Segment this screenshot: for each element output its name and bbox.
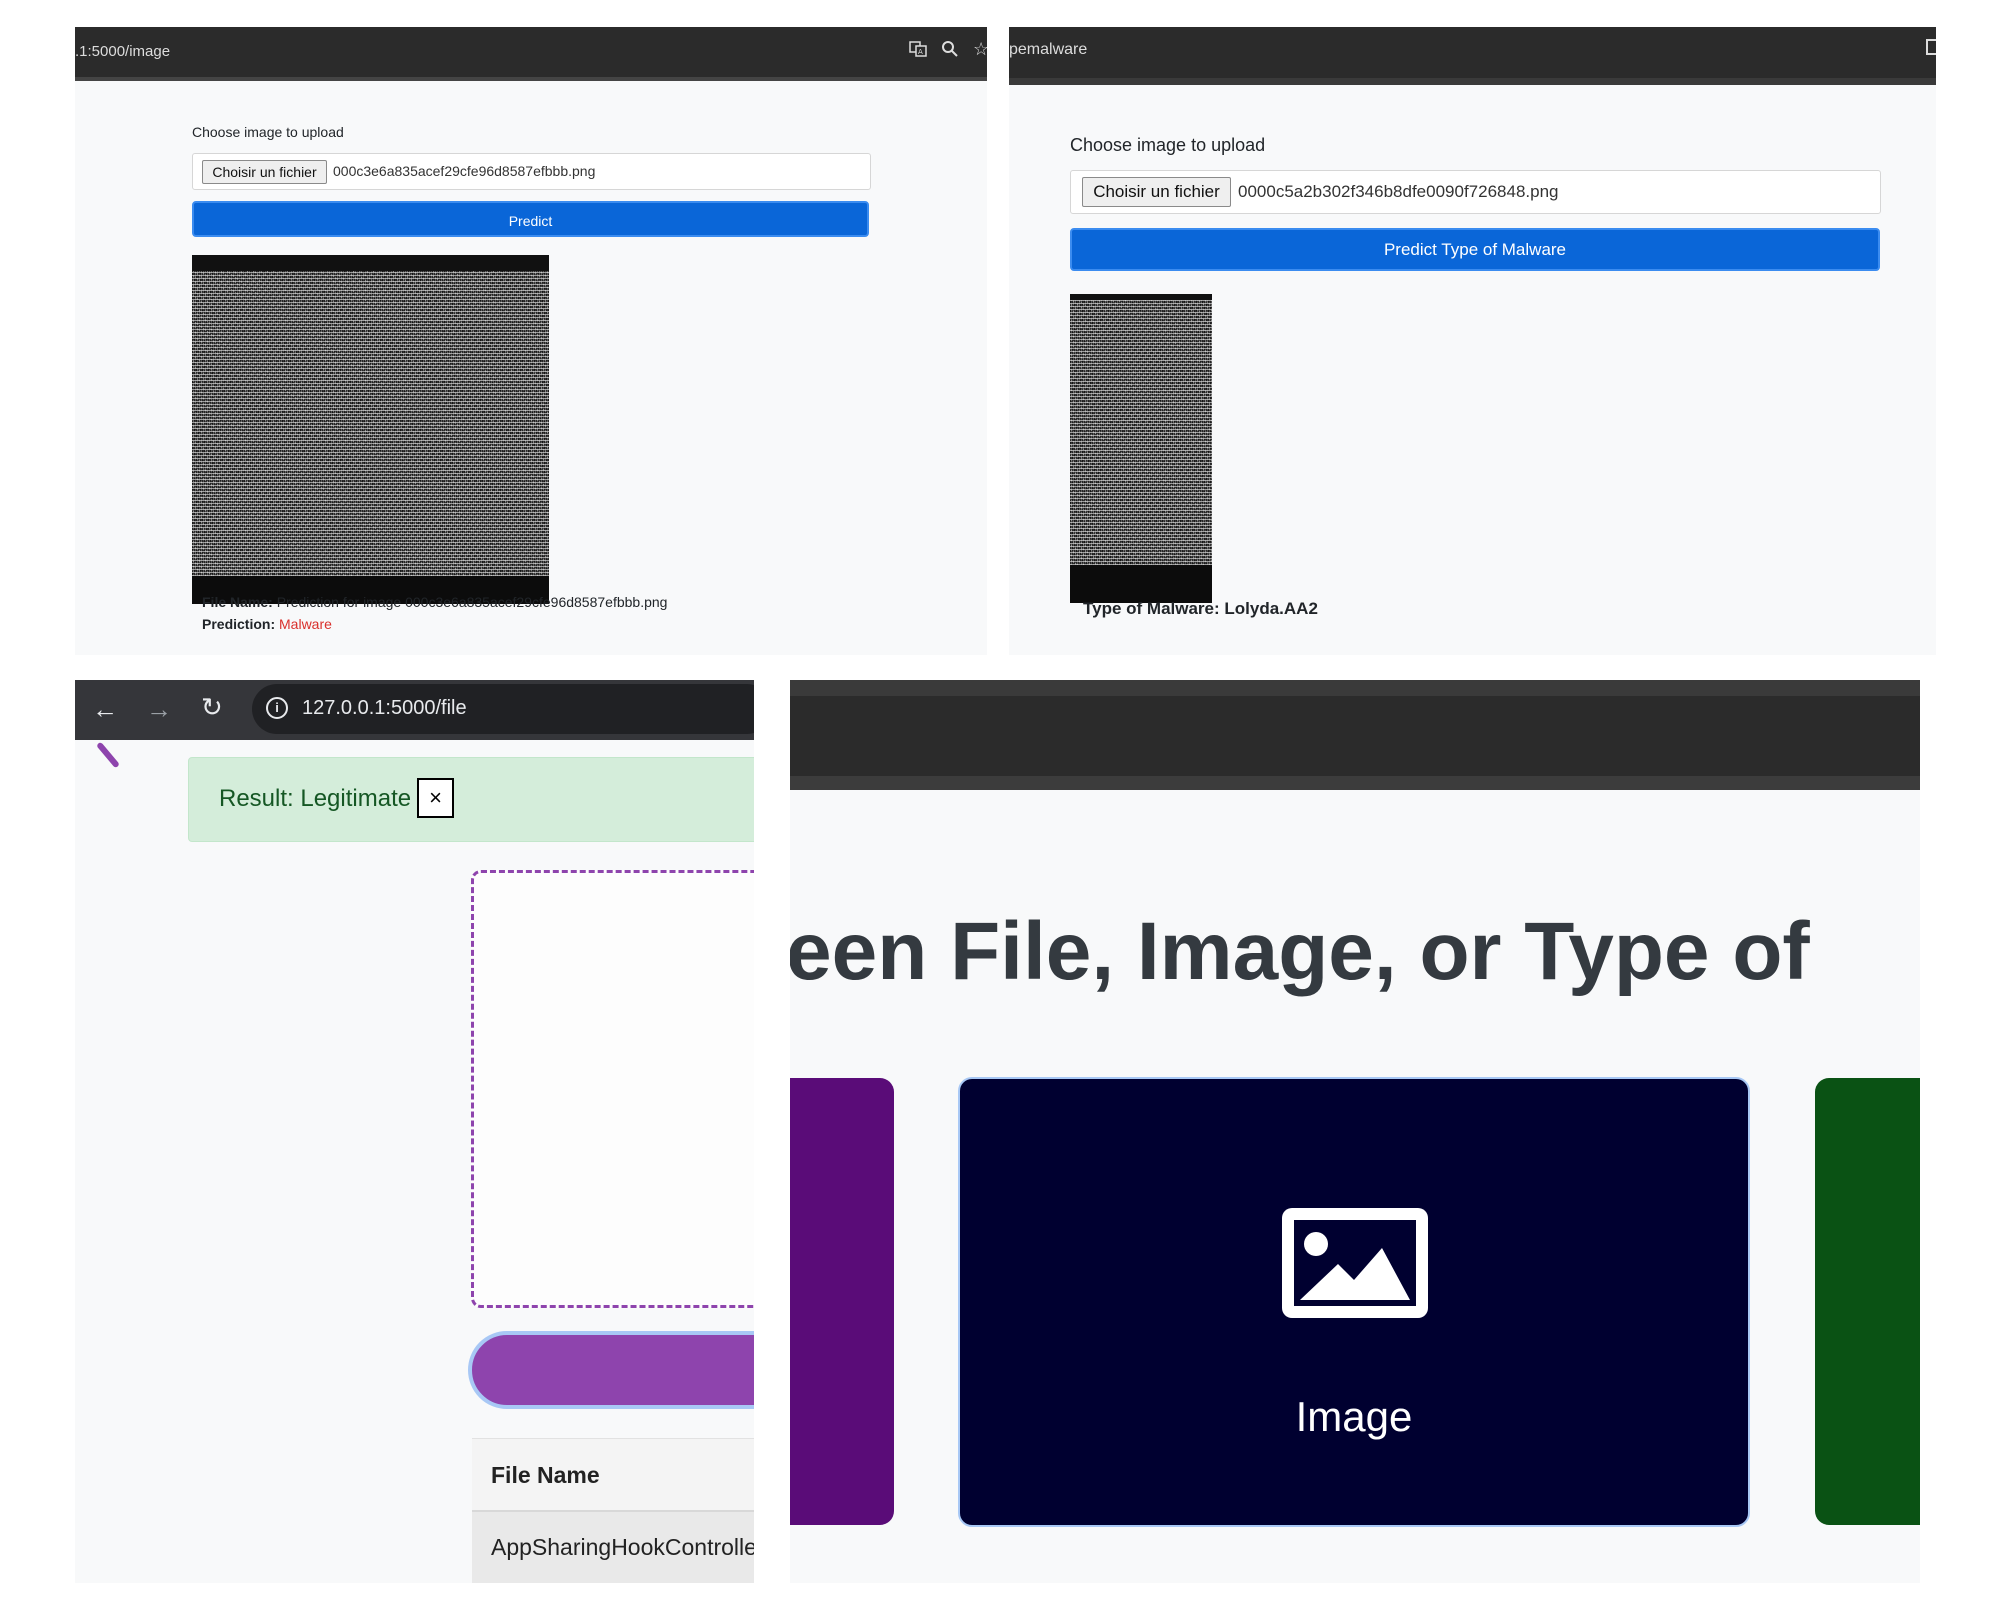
panel-file-result: ← → ↻ i 127.0.0.1:5000/file Result: Legi… (75, 680, 754, 1583)
browser-toolbar: ← → ↻ i 127.0.0.1:5000/file (75, 680, 754, 740)
back-arrow-icon[interactable]: ← (92, 694, 118, 725)
submit-button[interactable] (468, 1331, 754, 1409)
translate-icon[interactable]: A (909, 40, 927, 58)
browser-toolbar: pemalware (1009, 27, 1936, 85)
alert-text: Result: Legitimate (219, 785, 412, 812)
reload-icon[interactable]: ↻ (201, 692, 223, 723)
uploaded-image-preview (1070, 294, 1212, 603)
predict-button[interactable]: Predict (192, 201, 869, 237)
address-bar[interactable]: i 127.0.0.1:5000/file (252, 684, 754, 734)
panel-choice-cards: een File, Image, or Type of Image (790, 680, 1920, 1583)
file-option-card[interactable] (790, 1078, 894, 1525)
bookmark-star-icon[interactable]: ☆ (973, 39, 987, 60)
close-alert-button[interactable]: × (417, 778, 454, 818)
choose-file-button[interactable]: Choisir un fichier (1082, 177, 1231, 207)
browser-toolbar: .1:5000/image A ☆ (75, 27, 987, 81)
browser-toolbar (790, 696, 1920, 790)
forward-arrow-icon[interactable]: → (146, 694, 172, 725)
prediction-value: Malware (279, 616, 332, 632)
upload-label: Choose image to upload (192, 124, 344, 140)
browser-chrome (790, 680, 1920, 696)
svg-text:A: A (918, 48, 923, 56)
address-bar-url[interactable]: .1:5000/image (75, 43, 170, 60)
result-filename: File Name: Prediction for image 000c3e6a… (202, 594, 667, 610)
panel-malware-type: pemalware Choose image to upload Choisir… (1009, 27, 1936, 655)
dropzone[interactable] (471, 870, 754, 1308)
panel-image-prediction: .1:5000/image A ☆ Choose image to upload… (75, 27, 987, 655)
selected-file-name: 0000c5a2b302f346b8dfe0090f726848.png (1238, 182, 1559, 201)
purple-tab-mark (96, 741, 120, 769)
results-table: File Name AppSharingHookControlle (472, 1438, 754, 1583)
result-filename-label: File Name: (202, 594, 273, 610)
predict-type-button[interactable]: Predict Type of Malware (1070, 228, 1880, 271)
image-option-card[interactable]: Image (958, 1077, 1750, 1527)
malware-type-option-card[interactable] (1815, 1078, 1920, 1525)
selected-file-name: 000c3e6a835acef29cfe96d8587efbbb.png (333, 163, 596, 179)
result-filename-value: Prediction for image 000c3e6a835acef29cf… (276, 594, 668, 610)
uploaded-image-preview (192, 255, 549, 604)
table-header: File Name (472, 1438, 754, 1511)
image-card-label: Image (1295, 1393, 1413, 1440)
result-prediction: Prediction: Malware (202, 616, 332, 632)
file-input[interactable]: Choisir un fichier 000c3e6a835acef29cfe9… (192, 153, 871, 190)
file-input[interactable]: Choisir un fichier 0000c5a2b302f346b8dfe… (1070, 170, 1881, 214)
page-heading: een File, Image, or Type of (790, 906, 1810, 997)
toolbar-icon[interactable] (1926, 39, 1936, 55)
address-bar-url[interactable]: 127.0.0.1:5000/file (302, 697, 467, 720)
table-row: AppSharingHookControlle (472, 1510, 754, 1583)
site-info-icon[interactable]: i (266, 697, 288, 719)
table-cell-file-name: AppSharingHookControlle (491, 1534, 754, 1560)
prediction-label: Prediction: (202, 616, 276, 632)
zoom-icon[interactable] (941, 40, 959, 58)
table-header-file-name: File Name (491, 1462, 600, 1488)
address-bar-url[interactable]: pemalware (1009, 41, 1087, 59)
choose-file-button[interactable]: Choisir un fichier (202, 160, 327, 184)
result-alert: Result: Legitimate × (188, 757, 754, 842)
image-icon (1282, 1208, 1428, 1318)
malware-type-result: Type of Malware: Lolyda.AA2 (1083, 599, 1318, 618)
upload-label: Choose image to upload (1070, 135, 1266, 155)
